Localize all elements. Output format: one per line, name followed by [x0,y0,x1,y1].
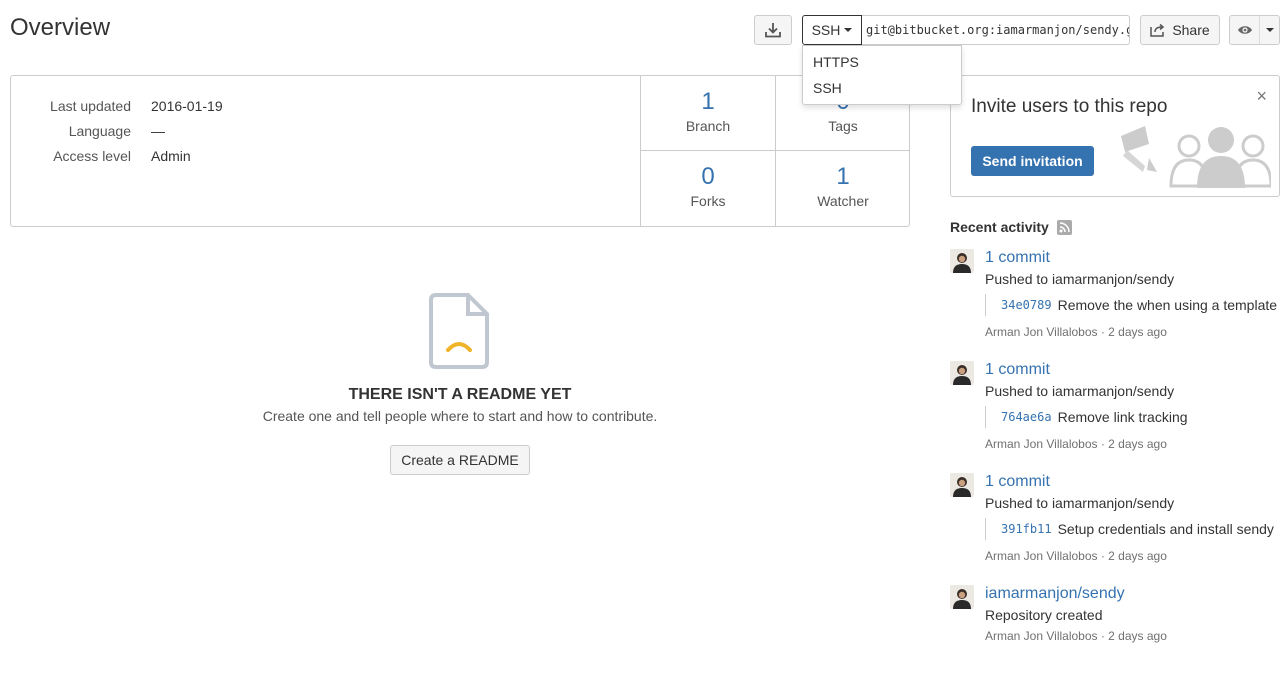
activity-subtitle: Pushed to iamarmanjon/sendy [985,271,1175,287]
share-label: Share [1172,22,1210,38]
readme-description: Create one and tell people where to star… [262,408,658,424]
create-readme-button[interactable]: Create a README [390,445,530,475]
clone-url-input[interactable]: git@bitbucket.org:iamarmanjon/sendy.git [862,15,1130,45]
chevron-down-icon [1265,28,1274,32]
stat-value[interactable]: 0 [641,163,775,191]
chevron-down-icon [844,28,853,32]
invite-panel: Invite users to this repo × Send invitat… [950,75,1280,197]
invite-users-illustration [1121,126,1271,188]
commit-row: 391fb11 Setup credentials and install se… [985,518,1274,540]
stat-label: Branch [685,118,731,134]
commit-row: 764ae6a Remove link tracking [985,406,1188,428]
activity-title-link[interactable]: 1 commit [985,473,1050,491]
readme-empty-state: THERE ISN'T A README YET Create one and … [10,290,910,475]
activity-title-link[interactable]: iamarmanjon/sendy [985,585,1125,603]
clone-protocol-label: SSH [811,22,841,38]
stat-label: Watcher [817,193,869,209]
activity-meta: Arman Jon Villalobos · 2 days ago [985,325,1167,339]
readme-title: THERE ISN'T A README YET [348,386,572,403]
stat-forks[interactable]: 0 Forks [640,151,775,226]
commit-row: 34e0789 Remove the when using a template [985,294,1277,316]
commit-message: Remove link tracking [1057,409,1188,425]
activity-meta: Arman Jon Villalobos · 2 days ago [985,549,1167,563]
activity-title-link[interactable]: 1 commit [985,361,1050,379]
activity-item: 1 commit Pushed to iamarmanjon/sendy 764… [950,361,1288,461]
meta-key: Access level [53,148,131,164]
stat-branches[interactable]: 1 Branch [640,76,775,151]
eye-icon [1237,26,1252,34]
stat-value[interactable]: 1 [776,163,910,191]
protocol-menu: HTTPS SSH [802,45,962,105]
meta-row-last-updated: Last updated 2016-01-19 [11,98,223,114]
avatar[interactable] [950,361,974,385]
watch-menu-toggle[interactable] [1260,16,1279,44]
meta-key: Language [68,123,131,139]
meta-value: 2016-01-19 [151,98,223,114]
activity-title-link[interactable]: 1 commit [985,249,1050,267]
watch-button[interactable] [1229,15,1280,45]
activity-item: 1 commit Pushed to iamarmanjon/sendy 391… [950,473,1288,573]
sad-document-icon [429,293,489,369]
share-icon [1150,23,1165,37]
repo-info-panel: Last updated 2016-01-19 Language — Acces… [10,75,910,227]
invite-title: Invite users to this repo [971,96,1168,117]
stat-value[interactable]: 1 [641,88,775,116]
activity-subtitle: Pushed to iamarmanjon/sendy [985,383,1175,399]
download-icon [765,23,781,38]
watch-toggle[interactable] [1230,16,1260,44]
send-invitation-button[interactable]: Send invitation [971,146,1094,176]
share-button[interactable]: Share [1140,15,1220,45]
meta-row-access-level: Access level Admin [11,148,191,164]
commit-message: Remove the when using a template [1057,297,1278,313]
rss-icon[interactable] [1056,219,1072,235]
page-title: Overview [10,14,111,41]
clone-protocol-dropdown[interactable]: SSH [802,15,862,45]
activity-item: iamarmanjon/sendy Repository created Arm… [950,585,1288,649]
commit-hash-link[interactable]: 34e0789 [1001,298,1052,312]
clone-group: SSH git@bitbucket.org:iamarmanjon/sendy.… [802,15,1130,45]
protocol-option-ssh[interactable]: SSH [803,75,961,101]
download-button[interactable] [754,15,792,45]
close-icon[interactable]: × [1256,86,1267,107]
recent-activity-heading: Recent activity [950,219,1072,235]
activity-meta: Arman Jon Villalobos · 2 days ago [985,629,1167,643]
commit-hash-link[interactable]: 764ae6a [1001,410,1052,424]
commit-hash-link[interactable]: 391fb11 [1001,522,1052,536]
avatar[interactable] [950,585,974,609]
meta-row-language: Language — [11,123,165,139]
avatar[interactable] [950,473,974,497]
meta-key: Last updated [50,98,131,114]
stat-label: Tags [828,118,858,134]
commit-message: Setup credentials and install sendy [1057,521,1274,537]
avatar[interactable] [950,249,974,273]
stat-label: Forks [690,193,726,209]
recent-activity-title: Recent activity [950,219,1049,235]
activity-meta: Arman Jon Villalobos · 2 days ago [985,437,1167,451]
activity-item: 1 commit Pushed to iamarmanjon/sendy 34e… [950,249,1288,349]
activity-subtitle: Pushed to iamarmanjon/sendy [985,495,1175,511]
activity-subtitle: Repository created [985,607,1103,623]
meta-value: — [151,123,165,139]
protocol-option-https[interactable]: HTTPS [803,49,961,75]
stat-watchers[interactable]: 1 Watcher [775,151,910,226]
meta-value: Admin [151,148,191,164]
